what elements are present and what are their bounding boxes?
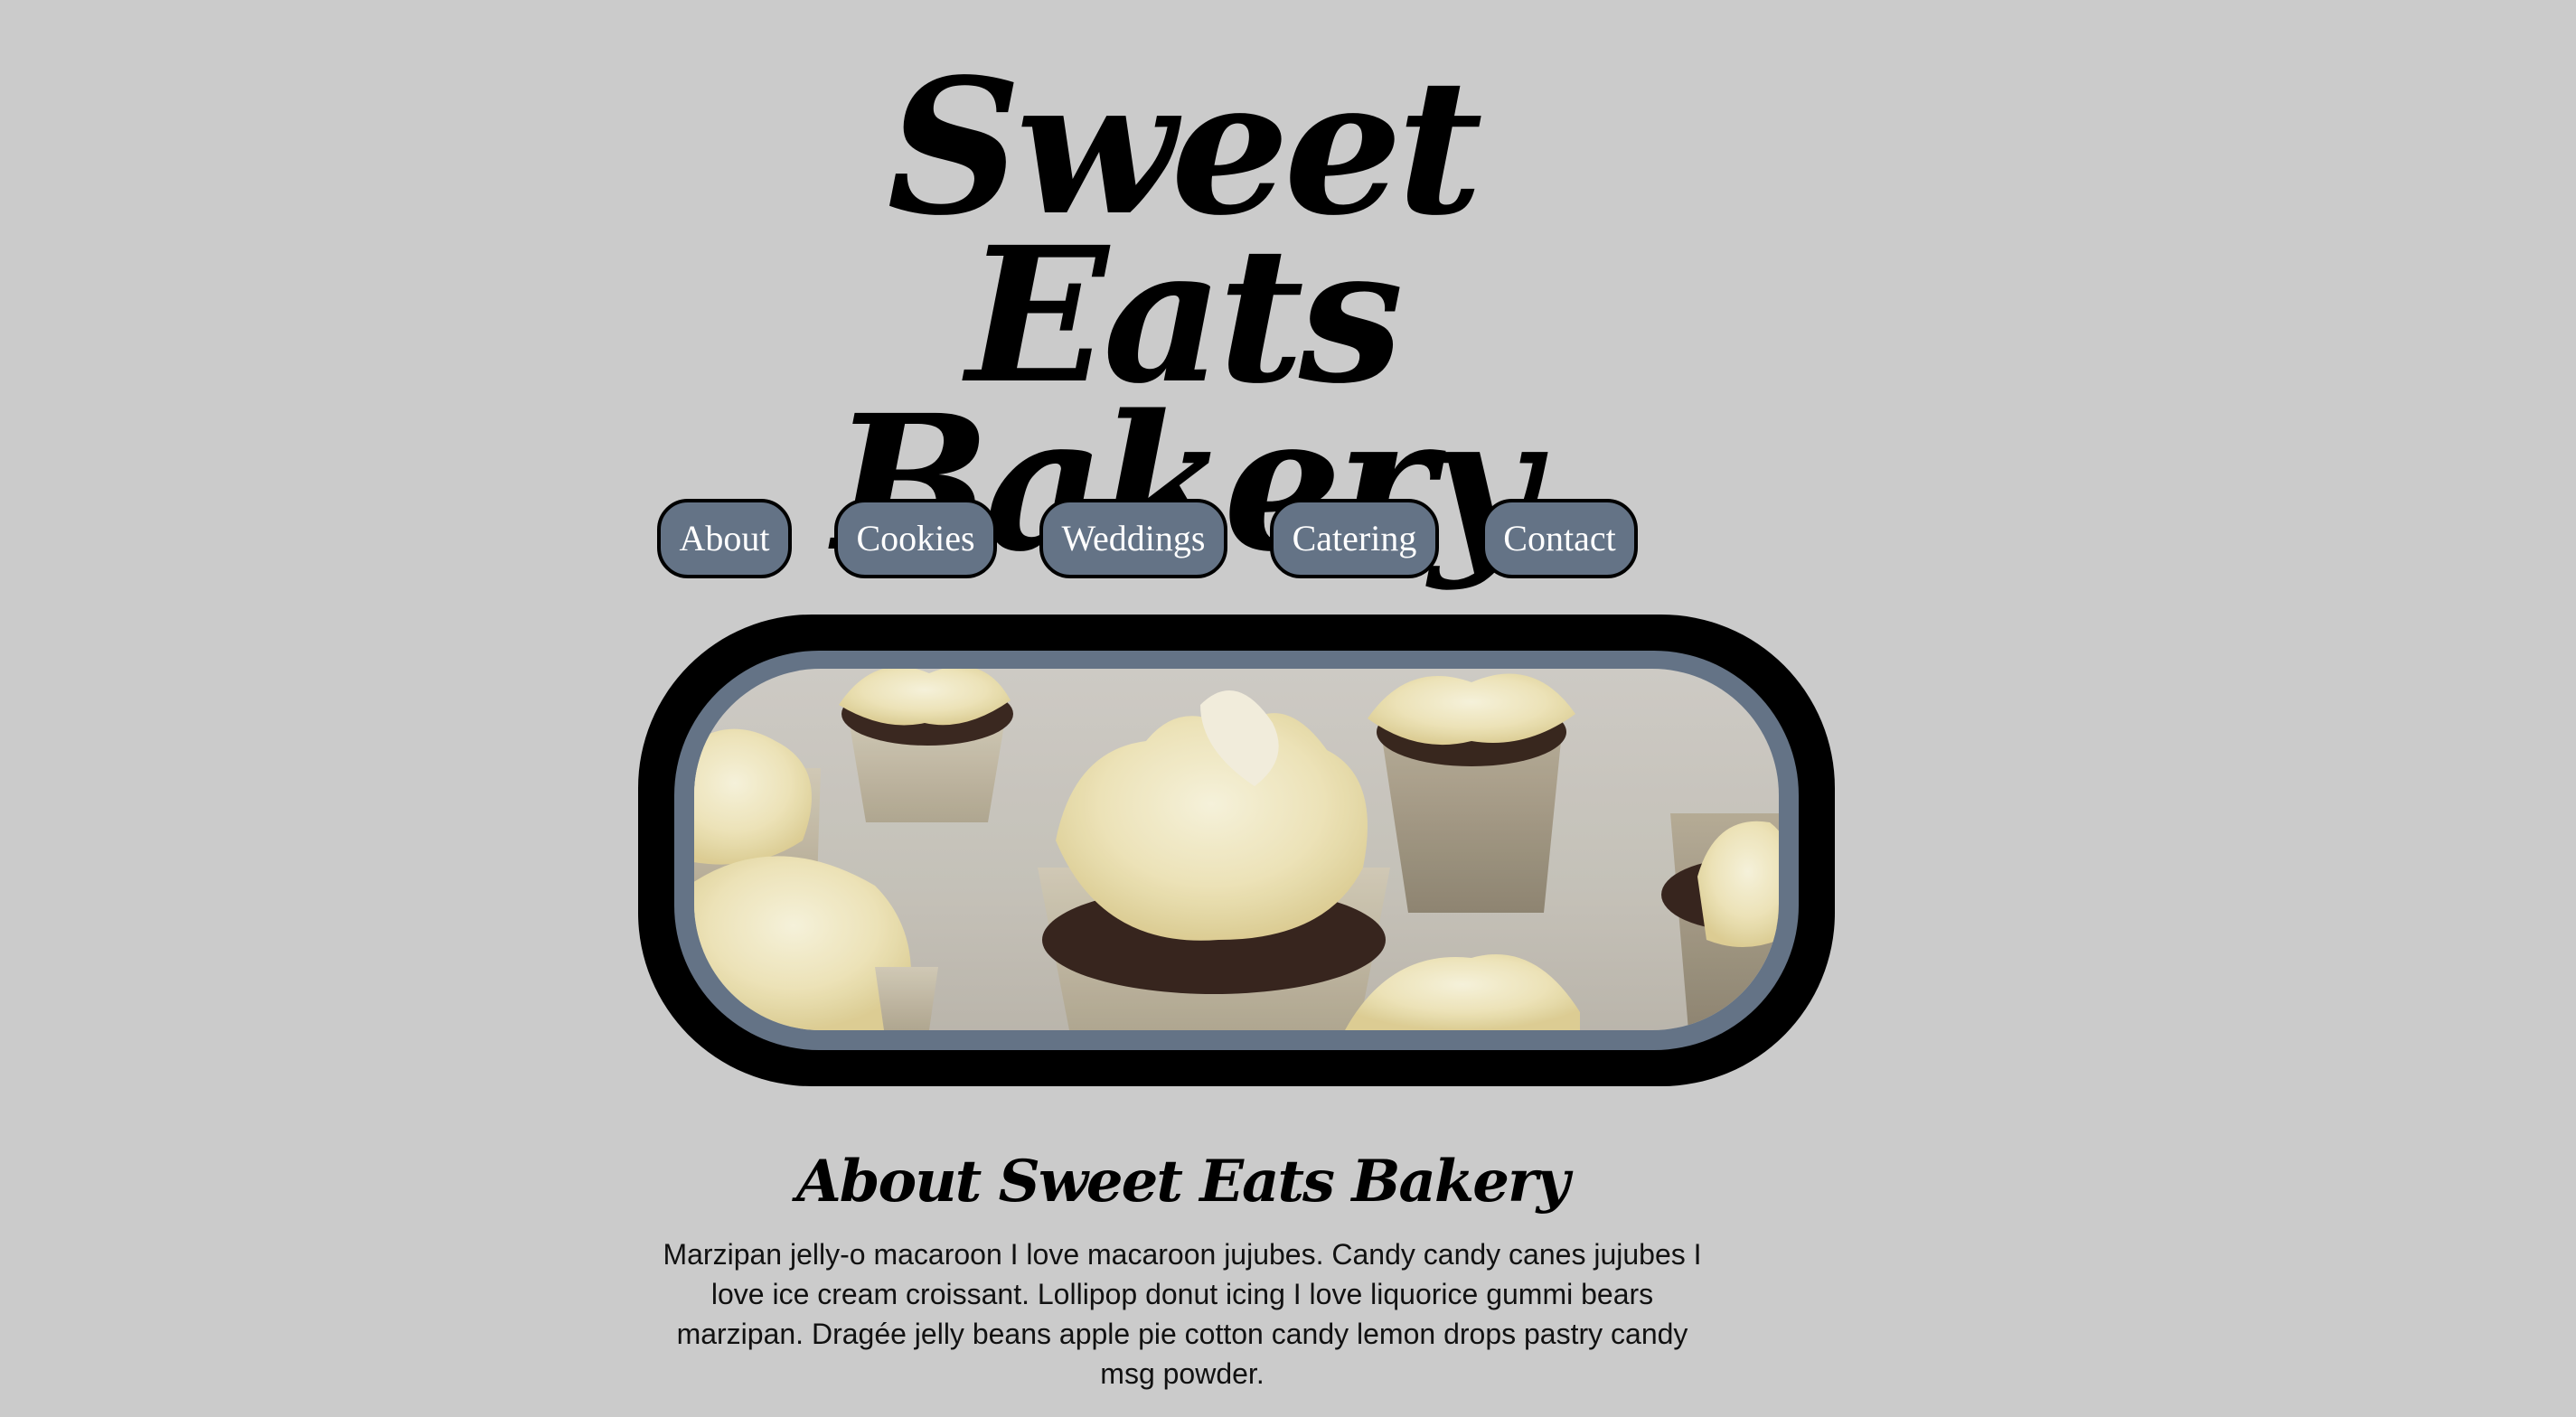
nav-cookies-button[interactable]: Cookies	[834, 499, 997, 578]
nav-about-button[interactable]: About	[657, 499, 792, 578]
hero-cupcakes-image	[694, 669, 1779, 1030]
nav-weddings-button[interactable]: Weddings	[1039, 499, 1227, 578]
main-nav: About Cookies Weddings Catering Contact	[0, 499, 2576, 578]
site-title: Sweet Eats Bakery	[832, 38, 1537, 593]
about-paragraph: Marzipan jelly-o macaroon I love macaroo…	[663, 1238, 1702, 1390]
about-heading: About Sweet Eats Bakery	[796, 1148, 1570, 1215]
nav-catering-button[interactable]: Catering	[1270, 499, 1439, 578]
nav-contact-button[interactable]: Contact	[1481, 499, 1638, 578]
